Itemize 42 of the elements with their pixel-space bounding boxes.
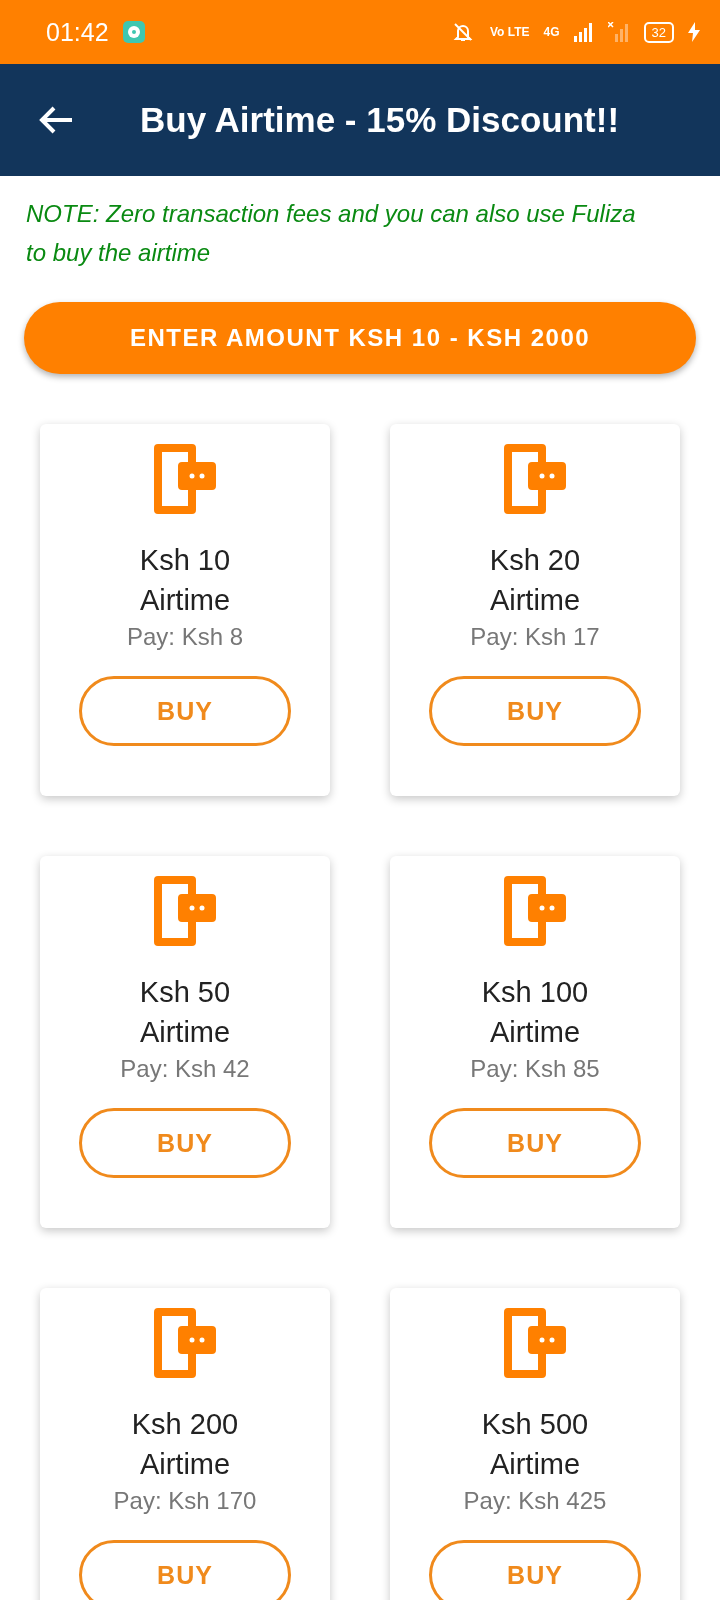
network-label: 4G xyxy=(543,26,560,38)
status-time: 01:42 xyxy=(46,17,109,47)
phone-chat-icon xyxy=(154,1308,216,1378)
buy-button[interactable]: BUY xyxy=(79,676,291,746)
page-title: Buy Airtime - 15% Discount!! xyxy=(140,100,620,140)
pay-price: Pay: Ksh 17 xyxy=(470,622,600,652)
phone-chat-icon xyxy=(504,444,566,514)
airtime-amount: Ksh 10 xyxy=(139,543,231,578)
airtime-label: Airtime xyxy=(489,1447,581,1482)
charging-icon xyxy=(688,22,700,42)
buy-button[interactable]: BUY xyxy=(429,1108,641,1178)
airtime-amount: Ksh 50 xyxy=(139,975,231,1010)
pay-price: Pay: Ksh 425 xyxy=(463,1486,607,1516)
phone-chat-icon xyxy=(154,876,216,946)
pay-price: Pay: Ksh 170 xyxy=(113,1486,257,1516)
pay-price: Pay: Ksh 85 xyxy=(470,1054,600,1084)
no-signal-icon xyxy=(607,22,630,42)
back-arrow-icon[interactable] xyxy=(38,105,74,135)
phone-chat-icon xyxy=(154,444,216,514)
enter-amount-button[interactable]: ENTER AMOUNT KSH 10 - KSH 2000 xyxy=(24,302,696,374)
airtime-amount: Ksh 200 xyxy=(131,1407,239,1442)
buy-button[interactable]: BUY xyxy=(79,1108,291,1178)
airtime-amount: Ksh 100 xyxy=(481,975,589,1010)
volte-label: Vo LTE xyxy=(489,26,530,38)
airtime-amount: Ksh 500 xyxy=(481,1407,589,1442)
airtime-label: Airtime xyxy=(139,1015,231,1050)
airtime-amount: Ksh 20 xyxy=(489,543,581,578)
buy-button[interactable]: BUY xyxy=(429,676,641,746)
pay-price: Pay: Ksh 8 xyxy=(126,622,244,652)
signal-icon xyxy=(573,22,594,42)
airtime-label: Airtime xyxy=(139,1447,231,1482)
app-notification-icon xyxy=(122,21,145,43)
airtime-label: Airtime xyxy=(139,583,231,618)
airtime-label: Airtime xyxy=(489,583,581,618)
note-text: NOTE: Zero transaction fees and you can also use Fuliza to buy the airtime xyxy=(26,199,637,268)
buy-button[interactable]: BUY xyxy=(79,1540,291,1600)
buy-button[interactable]: BUY xyxy=(429,1540,641,1600)
airtime-label: Airtime xyxy=(489,1015,581,1050)
phone-chat-icon xyxy=(504,876,566,946)
phone-chat-icon xyxy=(504,1308,566,1378)
battery-level: 32 xyxy=(643,21,674,43)
pay-price: Pay: Ksh 42 xyxy=(120,1054,250,1084)
